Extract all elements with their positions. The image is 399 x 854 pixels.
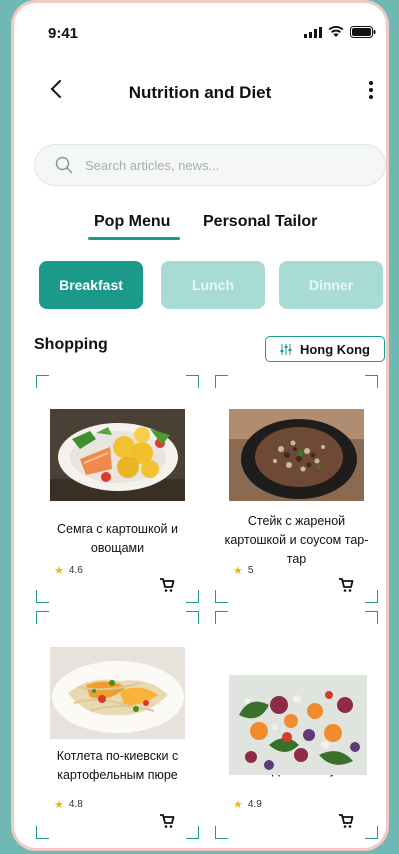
- lunch-button[interactable]: Lunch: [161, 261, 265, 309]
- tab-label: Personal Tailor: [203, 213, 318, 230]
- tab-pop-menu[interactable]: Pop Menu: [88, 213, 180, 240]
- tab-label: Pop Menu: [94, 213, 171, 230]
- status-bar: 9:41: [14, 3, 386, 53]
- rating-value: 4.8: [68, 799, 83, 810]
- dish-card[interactable]: елем фри и кетчупом: [215, 611, 378, 839]
- dish-image: [229, 675, 367, 775]
- card-corner: [186, 590, 199, 603]
- dish-image: [50, 647, 185, 739]
- sliders-icon: [280, 343, 292, 355]
- card-corner: [215, 590, 228, 603]
- location-filter-button[interactable]: Hong Kong: [265, 336, 385, 362]
- search-input[interactable]: [83, 154, 367, 176]
- search-bar[interactable]: [34, 144, 386, 186]
- cart-icon[interactable]: [338, 577, 354, 593]
- card-corner: [186, 375, 199, 388]
- card-corner: [365, 375, 378, 388]
- wifi-icon: [328, 26, 344, 37]
- cart-icon[interactable]: [159, 813, 175, 829]
- dish-rating: ★ 4.9: [233, 798, 262, 811]
- dish-card[interactable]: Семга с картошкой и овощами ★ 4.6: [36, 375, 199, 603]
- dish-name: Стейк с жареной картошкой и соусом тар-т…: [224, 514, 369, 566]
- menu-tabs: Pop Menu Personal Tailor: [14, 213, 386, 243]
- card-corner: [365, 611, 378, 624]
- top-bar: Nutrition and Diet: [14, 73, 386, 113]
- card-corner: [36, 611, 49, 624]
- more-dot: [369, 95, 373, 99]
- star-icon: ★: [54, 565, 64, 577]
- card-corner: [36, 590, 49, 603]
- card-corner: [36, 826, 49, 839]
- dish-grid: Семга с картошкой и овощами ★ 4.6 Стейк …: [36, 375, 378, 845]
- signal-icon: [304, 26, 322, 38]
- dish-rating: ★ 5: [233, 564, 253, 577]
- card-corner: [186, 611, 199, 624]
- more-dot: [369, 88, 373, 92]
- section-title: Shopping: [34, 336, 108, 353]
- active-tab-indicator: [88, 237, 180, 240]
- card-corner: [186, 826, 199, 839]
- location-label: Hong Kong: [299, 341, 371, 357]
- dish-rating: ★ 4.6: [54, 564, 83, 577]
- dish-rating: ★ 4.8: [54, 798, 83, 811]
- dish-card[interactable]: Котлета по-киевски с картофельным пюре ★…: [36, 611, 199, 839]
- dish-card[interactable]: Стейк с жареной картошкой и соусом тар-т…: [215, 375, 378, 603]
- dish-name: Семга с картошкой и овощами: [57, 522, 178, 555]
- card-corner: [215, 826, 228, 839]
- phone-screen: 9:41 Nutrition and Diet Search articles,…: [14, 3, 386, 848]
- card-corner: [365, 590, 378, 603]
- page-title: Nutrition and Diet: [128, 83, 272, 102]
- rating-value: 4.9: [247, 799, 262, 810]
- dinner-button[interactable]: Dinner: [279, 261, 383, 309]
- star-icon: ★: [233, 799, 243, 811]
- dish-name: Котлета по-киевски с картофельным пюре: [56, 749, 179, 782]
- search-icon: [55, 156, 73, 174]
- more-dot: [369, 81, 373, 85]
- card-corner: [36, 375, 49, 388]
- card-corner: [365, 826, 378, 839]
- rating-value: 5: [247, 565, 254, 576]
- card-corner: [215, 611, 228, 624]
- cart-icon[interactable]: [338, 813, 354, 829]
- battery-icon: [350, 26, 376, 38]
- more-options-button[interactable]: [368, 81, 374, 99]
- rating-value: 4.6: [68, 565, 83, 576]
- cart-icon[interactable]: [159, 577, 175, 593]
- card-corner: [215, 375, 228, 388]
- breakfast-button[interactable]: Breakfast: [39, 261, 143, 309]
- meal-filter: Breakfast Lunch Dinner: [39, 261, 384, 311]
- star-icon: ★: [233, 565, 243, 577]
- tab-personal-tailor[interactable]: Personal Tailor: [203, 213, 317, 231]
- star-icon: ★: [54, 799, 64, 811]
- dish-image: [50, 409, 185, 501]
- status-icons: [304, 26, 376, 38]
- status-time: 9:41: [48, 25, 79, 42]
- dish-image: [229, 409, 364, 501]
